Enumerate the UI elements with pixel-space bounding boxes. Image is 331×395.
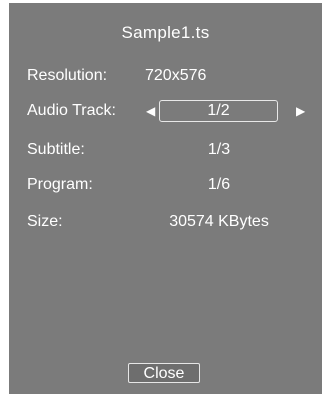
audio-track-selector[interactable]: 1/2 [159, 100, 278, 122]
program-label: Program: [27, 176, 93, 193]
program-value: 1/6 [207, 176, 231, 193]
subtitle-label: Subtitle: [27, 141, 85, 158]
size-row: Size: 30574 KBytes [9, 211, 322, 233]
resolution-value: 720x576 [145, 67, 207, 84]
size-label: Size: [27, 213, 63, 230]
close-button[interactable]: Close [128, 363, 200, 383]
dialog-title: Sample1.ts [121, 23, 210, 42]
subtitle-value: 1/3 [207, 141, 231, 158]
resolution-label: Resolution: [27, 67, 108, 84]
subtitle-row: Subtitle: 1/3 [9, 139, 322, 161]
size-value: 30574 KBytes [169, 213, 269, 230]
previous-track-arrow-icon[interactable]: ◀ [146, 100, 155, 122]
program-row: Program: 1/6 [9, 174, 322, 196]
resolution-row: Resolution: 720x576 [9, 65, 322, 87]
audio-track-label: Audio Track: [27, 102, 116, 119]
file-info-dialog: Sample1.ts Resolution: 720x576 Audio Tra… [9, 3, 322, 394]
audio-track-row: Audio Track: ◀ 1/2 ▶ [9, 100, 322, 122]
next-track-arrow-icon[interactable]: ▶ [296, 100, 305, 122]
